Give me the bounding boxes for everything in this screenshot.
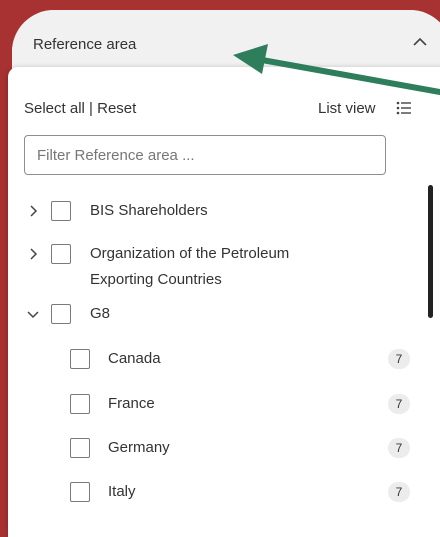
chevron-right-icon[interactable] (26, 247, 40, 261)
checkbox-g8[interactable] (51, 304, 71, 324)
list-view-toggle[interactable]: List view (318, 100, 376, 117)
list-item-canada: Canada 7 (8, 347, 410, 371)
checkbox-bis-shareholders[interactable] (51, 201, 71, 221)
count-badge: 7 (388, 349, 410, 369)
count-badge: 7 (388, 438, 410, 458)
list-item-opec: Organization of the Petroleum Exporting … (8, 242, 408, 292)
checkbox-france[interactable] (70, 394, 90, 414)
checkbox-italy[interactable] (70, 482, 90, 502)
checkbox-opec[interactable] (51, 244, 71, 264)
item-label: G8 (90, 305, 111, 322)
reference-area-title: Reference area (33, 36, 137, 53)
chevron-up-icon[interactable] (410, 34, 430, 50)
list-item-italy: Italy 7 (8, 480, 410, 504)
reference-area-header[interactable]: Reference area (12, 10, 440, 68)
list-item-g8: G8 (8, 302, 408, 326)
item-label-line2: Exporting Countries (90, 271, 222, 288)
reference-area-panel: Select all | Reset List view BIS Shareho… (8, 67, 440, 537)
list-icon[interactable] (396, 101, 412, 115)
chevron-right-icon[interactable] (26, 204, 40, 218)
count-badge: 7 (388, 482, 410, 502)
filter-reference-area-input[interactable] (24, 135, 386, 175)
item-label-line1: Organization of the Petroleum (90, 245, 290, 262)
checkbox-canada[interactable] (70, 349, 90, 369)
separator: | (89, 100, 93, 117)
item-label: Italy (108, 483, 136, 500)
count-badge: 7 (388, 394, 410, 414)
select-all-link[interactable]: Select all (24, 100, 85, 117)
list-item-france: France 7 (8, 392, 410, 416)
selection-controls: Select all | Reset (24, 100, 136, 117)
item-label: France (108, 395, 155, 412)
checkbox-germany[interactable] (70, 438, 90, 458)
item-label: BIS Shareholders (90, 202, 208, 219)
list-item-germany: Germany 7 (8, 436, 410, 460)
item-label: Canada (108, 350, 161, 367)
list-item-bis-shareholders: BIS Shareholders (8, 199, 408, 223)
reset-link[interactable]: Reset (97, 100, 136, 117)
scrollbar[interactable] (428, 185, 436, 525)
item-label: Germany (108, 439, 170, 456)
chevron-down-icon[interactable] (26, 307, 40, 321)
scrollbar-thumb[interactable] (428, 185, 433, 318)
